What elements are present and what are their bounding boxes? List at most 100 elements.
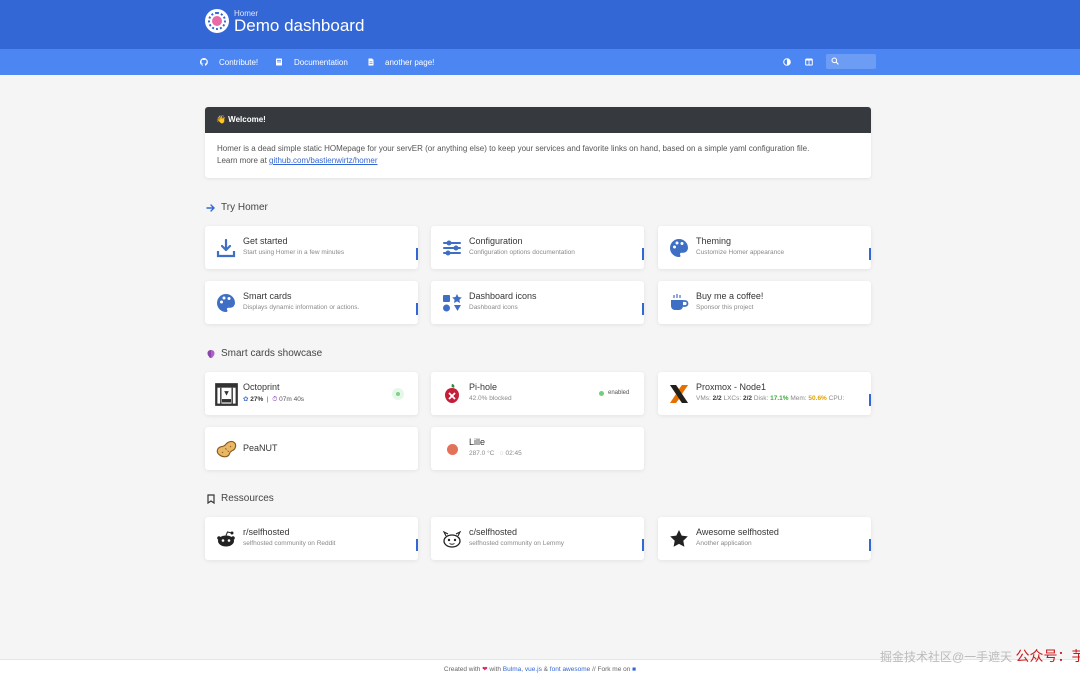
card-buy-coffee[interactable]: Buy me a coffee! Sponsor this project (658, 281, 871, 324)
bookmark-icon (207, 493, 215, 504)
card-subtitle: selfhosted community on Lemmy (469, 540, 565, 547)
octoprint-icon (215, 383, 238, 406)
card-title: Awesome selfhosted (696, 527, 779, 537)
section-title: Smart cards showcase (221, 348, 323, 359)
section-title: Ressources (221, 493, 274, 504)
card-subtitle: Another application (696, 540, 752, 547)
card-subtitle: ✿ 27% | ⏱ 07m 40s (243, 395, 304, 404)
card-subtitle: Customize Homer appearance (696, 249, 785, 256)
card-subtitle: VMs: 2/2 LXCs: 2/2 Disk: 17.1% Mem: 50.6… (696, 395, 844, 402)
learn-prefix: Learn more at (217, 156, 270, 165)
status-indicator (392, 388, 404, 400)
theme-toggle-icon[interactable] (783, 58, 791, 66)
watermark-right: 公众号：芋道源码 (1015, 648, 1080, 664)
card-awesome-selfhosted[interactable]: Awesome selfhosted Another application (658, 517, 871, 560)
section-smart-cards: Smart cards showcase (206, 348, 322, 359)
header-bar: Homer Demo dashboard (0, 0, 1080, 49)
card-title: r/selfhosted (243, 527, 290, 537)
font-awesome-link[interactable]: font awesome (550, 666, 590, 673)
card-get-started[interactable]: Get started Start using Homer in a few m… (205, 226, 418, 269)
card-tag (869, 394, 871, 406)
card-subtitle: selfhosted community on Reddit (243, 540, 336, 547)
card-r-selfhosted[interactable]: r/selfhosted selfhosted community on Red… (205, 517, 418, 560)
card-c-selfhosted[interactable]: c/selfhosted selfhosted community on Lem… (431, 517, 644, 560)
card-title: Lille (469, 437, 486, 447)
timer-icon: ⏱ (272, 396, 278, 403)
print-progress: 27% (250, 396, 264, 403)
layout-toggle-icon[interactable] (805, 58, 813, 66)
status-text: enabled (608, 390, 630, 396)
card-title: Dashboard icons (469, 291, 537, 301)
vue-link[interactable]: vue.js (525, 666, 542, 673)
watermark: 掘金技术社区@一手遮天 公众号：芋道源码 (880, 646, 1080, 666)
learn-more-link[interactable]: github.com/bastienwirtz/homer (269, 156, 378, 165)
message-learn: Learn more at github.com/bastienwirtz/ho… (217, 155, 871, 167)
github-icon (200, 58, 208, 66)
card-subtitle: 287.0 °C ◌ 02:45 (469, 450, 522, 457)
local-time: 02:45 (505, 450, 522, 457)
footer-fork: // Fork me on (590, 666, 633, 673)
card-dashboard-icons[interactable]: Dashboard icons Dashboard icons (431, 281, 644, 324)
arrow-right-icon (206, 203, 215, 212)
search-icon (831, 57, 839, 65)
message-text: Homer is a dead simple static HOMepage f… (217, 144, 810, 153)
card-title: Octoprint (243, 382, 280, 392)
card-title: Buy me a coffee! (696, 291, 764, 301)
card-tag (416, 539, 418, 551)
sliders-icon (443, 240, 461, 256)
card-subtitle: Displays dynamic information or actions. (243, 304, 360, 311)
star-icon (670, 530, 688, 547)
card-title: c/selfhosted (469, 527, 518, 537)
file-icon (367, 58, 375, 66)
footer-with: with (487, 666, 503, 673)
nav-link-another-page[interactable]: another page! (385, 58, 434, 67)
footer-amp: & (541, 666, 550, 673)
search-input[interactable] (826, 54, 876, 69)
card-title: PeaNUT (243, 443, 278, 453)
card-lille[interactable]: Lille 287.0 °C ◌ 02:45 (431, 427, 644, 470)
card-proxmox[interactable]: Proxmox - Node1 VMs: 2/2 LXCs: 2/2 Disk:… (658, 372, 871, 415)
reddit-icon (217, 531, 235, 547)
card-title: Smart cards (243, 291, 292, 301)
message-title: 👋 Welcome! (205, 107, 871, 133)
card-configuration[interactable]: Configuration Configuration options docu… (431, 226, 644, 269)
donut-logo-icon[interactable] (205, 9, 229, 33)
section-title: Try Homer (221, 202, 268, 213)
card-tag (642, 303, 644, 315)
card-peanut[interactable]: PeaNUT (205, 427, 418, 470)
card-subtitle: Sponsor this project (696, 304, 754, 311)
card-tag (642, 539, 644, 551)
vms-label: VMs: (696, 395, 713, 402)
card-octoprint[interactable]: Octoprint ✿ 27% | ⏱ 07m 40s (205, 372, 418, 415)
coffee-icon (671, 294, 689, 310)
lxcs-value: 2/2 (742, 395, 753, 402)
print-time: 07m 40s (279, 396, 305, 403)
cpu-label: CPU: (826, 395, 845, 402)
nav-link-documentation[interactable]: Documentation (294, 58, 348, 67)
card-tag (869, 539, 871, 551)
app-title: Demo dashboard (234, 16, 365, 35)
watermark-left: 掘金技术社区@一手遮天 (880, 650, 1013, 664)
section-try-homer: Try Homer (206, 202, 268, 213)
peanut-icon (216, 440, 237, 458)
card-subtitle: 42.0% blocked (469, 395, 512, 402)
download-icon (216, 238, 236, 258)
palette-icon (670, 239, 688, 257)
welcome-message: 👋 Welcome! Homer is a dead simple static… (205, 107, 871, 178)
disk-value: 17.1% (770, 395, 789, 402)
card-title: Pi-hole (469, 382, 498, 392)
brain-icon (207, 349, 215, 358)
card-theming[interactable]: Theming Customize Homer appearance (658, 226, 871, 269)
card-smart-cards[interactable]: Smart cards Displays dynamic information… (205, 281, 418, 324)
card-title: Get started (243, 236, 288, 246)
palette-icon (217, 294, 235, 312)
icons-icon (443, 294, 462, 312)
github-icon[interactable]: ■ (632, 666, 636, 673)
nav-link-contribute[interactable]: Contribute! (219, 58, 258, 67)
card-title: Configuration (469, 236, 523, 246)
bulma-link[interactable]: Bulma (503, 666, 521, 673)
card-tag (869, 248, 871, 260)
disk-label: Disk: (752, 395, 771, 402)
card-tag (416, 248, 418, 260)
message-body: Homer is a dead simple static HOMepage f… (205, 133, 871, 167)
